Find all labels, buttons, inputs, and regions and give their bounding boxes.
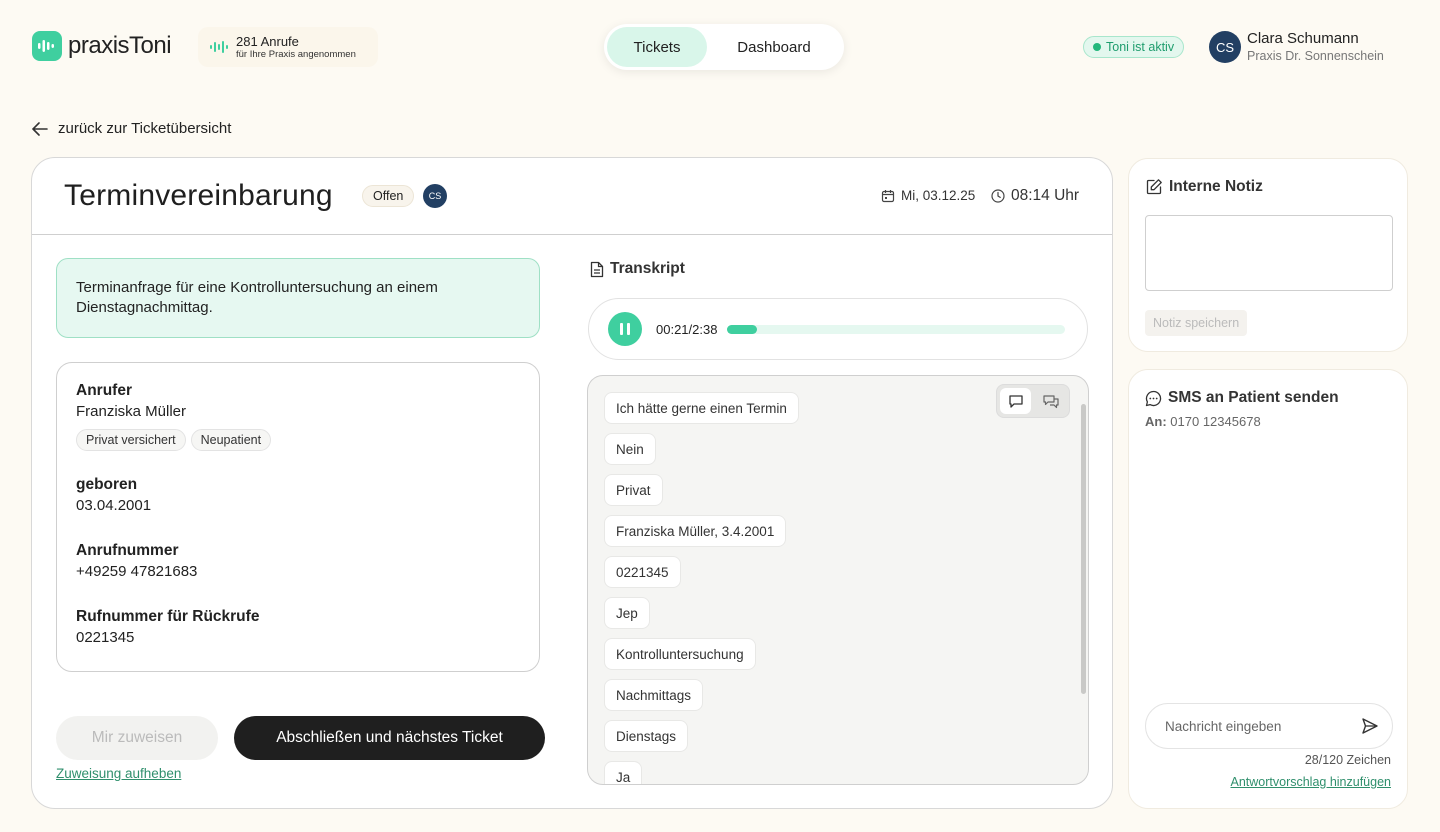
phone-label: Anrufnummer [76,542,179,559]
transcript-message: Nein [604,433,656,465]
transcript-message: Ich hätte gerne einen Termin [604,392,799,424]
tag-insurance: Privat versichert [76,429,186,451]
tag-patient-type: Neupatient [190,429,272,451]
ticket-card: Terminvereinbarung Offen CS Mi, 03.12.25… [31,157,1113,809]
caller-label: Anrufer [76,382,132,399]
calls-counter: 281 Anrufe für Ihre Praxis angenommen [198,27,378,67]
send-icon [1362,718,1378,734]
transcript-message: Nachmittags [604,679,704,711]
back-link-label: zurück zur Ticketübersicht [58,120,232,137]
callback-value: 0221345 [76,629,135,646]
sms-message-input[interactable] [1165,718,1345,734]
transcript-messages: Ich hätte gerne einen Termin Nein Privat Fr… [604,392,799,784]
status-label: Toni ist aktiv [1106,40,1175,54]
sms-to-label: An: [1145,414,1167,429]
status-badge: Toni ist aktiv [1083,36,1185,58]
caller-tags: Privat versichert Neupatient [76,429,520,451]
brand-logo[interactable]: praxisToni [32,31,172,61]
avatar: CS [1209,31,1241,63]
calls-sublabel: für Ihre Praxis angenommen [236,48,356,60]
ticket-time: 08:14 Uhr [991,187,1079,205]
arrow-left-icon [32,121,48,136]
pause-button[interactable] [608,312,642,346]
tab-tickets[interactable]: Tickets [607,27,707,67]
transcript-message: Privat [604,474,663,506]
ticket-time-value: 08:14 Uhr [1011,187,1080,204]
sms-input-wrapper [1145,703,1393,749]
edit-icon [1146,179,1162,195]
save-note-button[interactable]: Notiz speichern [1145,310,1248,336]
clock-icon [991,189,1005,203]
phone-value: +49259 47821683 [76,563,198,580]
message-icon [1145,390,1162,406]
chat-double-icon [1042,394,1059,408]
chat-bubble-icon [1008,394,1023,408]
sms-title-label: SMS an Patient senden [1168,389,1339,406]
complete-next-button[interactable]: Abschließen und nächstes Ticket [234,716,545,760]
calls-count: 281 Anrufe [236,33,299,49]
document-icon [590,261,604,277]
transcript-message: Dienstags [604,720,689,752]
born-label: geboren [76,476,138,493]
note-title-label: Interne Notiz [1169,178,1263,195]
ticket-header: Terminvereinbarung Offen CS Mi, 03.12.25… [32,158,1112,235]
logo-icon [32,31,62,61]
single-view-button[interactable] [1000,388,1031,414]
transcript-title-label: Transkript [610,260,685,277]
internal-note-field[interactable] [1145,215,1393,291]
send-button[interactable] [1361,717,1379,740]
tab-dashboard[interactable]: Dashboard [707,27,841,67]
main-nav: Tickets Dashboard [604,24,844,70]
note-title: Interne Notiz [1145,178,1263,196]
transcript-title: Transkript [590,260,685,278]
transcript-message: Kontrolluntersuchung [604,638,756,670]
ticket-date: Mi, 03.12.25 [881,188,975,203]
transcript-message: 0221345 [604,556,681,588]
caller-info: Anrufer Franziska Müller Privat versiche… [56,362,540,672]
char-counter: 28/120 Zeichen [1304,753,1391,767]
transcript-message: Jep [604,597,650,629]
user-org: Praxis Dr. Sonnenschein [1247,49,1384,63]
page-title: Terminvereinbarung [64,179,333,212]
transcript-view-toggle [996,384,1070,418]
pause-icon [620,323,623,335]
sms-card: SMS an Patient senden An: 0170 12345678 … [1128,369,1408,809]
transcript-scrollbar[interactable] [1081,404,1086,694]
calendar-icon [881,189,895,202]
callback-label: Rufnummer für Rückrufe [76,608,260,625]
transcript-panel: Ich hätte gerne einen Termin Nein Privat Fr… [587,375,1089,785]
sms-recipient: An: 0170 12345678 [1145,414,1261,429]
user-menu[interactable]: CS Clara Schumann Praxis Dr. Sonnenschei… [1209,30,1384,64]
brand-name: praxisToni [68,32,172,59]
assignee-avatar[interactable]: CS [423,184,447,208]
born-value: 03.04.2001 [76,497,152,514]
caller-name: Franziska Müller [76,403,187,420]
internal-note-card: Interne Notiz Notiz speichern [1128,158,1408,352]
transcript-message: Franziska Müller, 3.4.2001 [604,515,787,547]
unassign-link[interactable]: Zuweisung aufheben [56,766,181,781]
ticket-date-value: Mi, 03.12.25 [901,188,976,203]
user-name: Clara Schumann [1247,30,1359,47]
back-link[interactable]: zurück zur Ticketübersicht [32,120,231,137]
audio-player: 00:21/2:38 [588,298,1088,360]
assign-button[interactable]: Mir zuweisen [56,716,218,760]
transcript-message: Ja [604,761,643,784]
player-time: 00:21/2:38 [656,321,718,337]
dialog-view-button[interactable] [1035,388,1066,414]
sms-to-number: 0170 12345678 [1170,414,1261,429]
status-dot [1093,43,1101,51]
audio-progress-fill [727,324,758,334]
ticket-summary: Terminanfrage für eine Kontrolluntersuch… [56,258,540,338]
ticket-status-badge[interactable]: Offen [362,185,415,207]
waveform-icon [210,41,228,53]
add-suggestion-link[interactable]: Antwortvorschlag hinzufügen [1230,775,1391,789]
sms-title: SMS an Patient senden [1145,389,1339,407]
audio-progress-bar[interactable] [727,324,1066,334]
